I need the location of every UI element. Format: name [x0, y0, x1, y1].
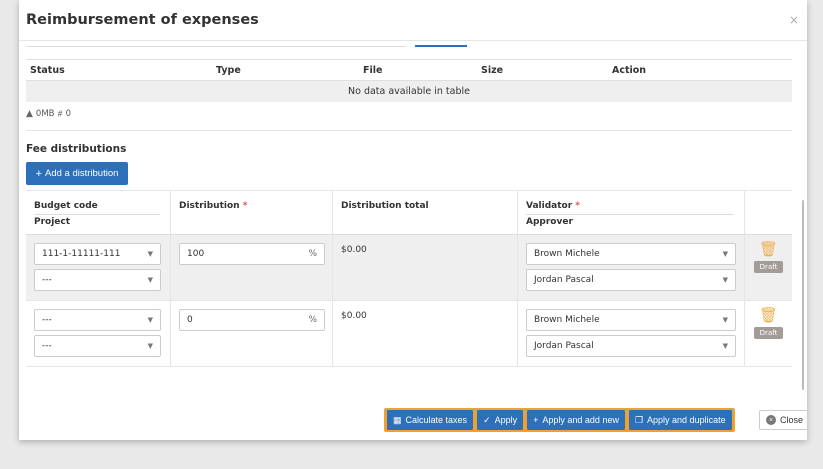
add-distribution-label: Add a distribution	[45, 168, 119, 179]
plus-icon: +	[533, 415, 539, 425]
column-header-status[interactable]: Status	[26, 59, 212, 81]
add-distribution-button[interactable]: + Add a distribution	[26, 162, 128, 185]
validator-select[interactable]: Brown Michele ▼	[526, 309, 736, 331]
apply-button[interactable]: ✓ Apply	[477, 410, 524, 430]
apply-add-new-label: Apply and add new	[542, 415, 619, 425]
approver-select[interactable]: Jordan Pascal ▼	[526, 335, 736, 357]
modal-header: Reimbursement of expenses ×	[19, 0, 807, 41]
percent-suffix: %	[308, 315, 317, 325]
column-header-action[interactable]: Action	[608, 59, 792, 81]
section-title: Fee distributions	[26, 143, 127, 155]
trash-icon[interactable]: 🗑	[759, 241, 778, 257]
distributions-header: Budget code Project Distribution * Distr…	[26, 190, 792, 235]
header-approver: Approver	[526, 217, 573, 227]
calculate-taxes-button[interactable]: ▦ Calculate taxes	[387, 410, 474, 430]
action-button-group: ▦ Calculate taxes ✓ Apply + Apply and ad…	[384, 408, 735, 432]
column-header-size[interactable]: Size	[477, 59, 608, 81]
apply-and-duplicate-button[interactable]: ❐ Apply and duplicate	[628, 410, 732, 430]
header-project: Project	[34, 217, 71, 227]
percent-suffix: %	[308, 249, 317, 259]
file-count: 0	[65, 109, 71, 119]
distribution-total: $0.00	[341, 245, 367, 255]
close-label: Close	[780, 415, 804, 425]
chevron-down-icon: ▼	[147, 316, 153, 324]
distribution-row: 111-1-11111-111 ▼ --- ▼ 100% $0.00 Brown M…	[26, 235, 792, 301]
required-mark: *	[575, 201, 581, 211]
validator-select[interactable]: Brown Michele ▼	[526, 243, 736, 265]
budget-code-select[interactable]: 111-1-11111-111 ▼	[34, 243, 161, 265]
column-header-file[interactable]: File	[359, 59, 477, 81]
status-badge: Draft	[753, 261, 784, 273]
approver-select[interactable]: Jordan Pascal ▼	[526, 269, 736, 291]
divider	[26, 130, 792, 131]
chevron-down-icon: ▼	[722, 316, 728, 324]
header-validator: Validator *	[526, 199, 734, 215]
distribution-total: $0.00	[341, 311, 367, 321]
scrollbar[interactable]	[802, 200, 804, 390]
distribution-input[interactable]: 100%	[179, 243, 325, 265]
modal-title: Reimbursement of expenses	[26, 12, 259, 28]
close-icon[interactable]: ×	[789, 13, 799, 27]
column-header-type[interactable]: Type	[212, 59, 359, 81]
chevron-down-icon: ▼	[722, 250, 728, 258]
chevron-down-icon: ▼	[722, 342, 728, 350]
required-mark: *	[242, 201, 248, 211]
header-budget-code: Budget code	[34, 199, 160, 215]
chevron-down-icon: ▼	[147, 342, 153, 350]
calculator-icon: ▦	[393, 414, 402, 425]
apply-label: Apply	[494, 415, 518, 425]
status-badge: Draft	[753, 327, 784, 339]
check-icon: ✓	[483, 414, 491, 425]
close-circle-icon: ×	[766, 415, 776, 425]
total-size: 0MB	[35, 109, 55, 119]
plus-icon: +	[35, 167, 42, 180]
scrolled-input-remnant	[26, 41, 406, 47]
trash-icon[interactable]: 🗑	[759, 307, 778, 323]
chevron-down-icon: ▼	[147, 276, 153, 284]
file-summary: ▲ 0MB ⧣ 0	[26, 109, 71, 119]
close-button[interactable]: × Close	[759, 410, 807, 430]
project-select[interactable]: --- ▼	[34, 269, 161, 291]
reimbursement-modal: Reimbursement of expenses × Status Type …	[19, 0, 807, 440]
calculate-taxes-label: Calculate taxes	[405, 415, 468, 425]
distributions-table: Budget code Project Distribution * Distr…	[26, 190, 792, 367]
file-count-icon: ⧣	[57, 109, 63, 119]
chevron-down-icon: ▼	[147, 250, 153, 258]
project-select[interactable]: --- ▼	[34, 335, 161, 357]
header-distribution-total: Distribution total	[341, 201, 429, 211]
chevron-down-icon: ▼	[722, 276, 728, 284]
budget-code-select[interactable]: --- ▼	[34, 309, 161, 331]
files-table: Status Type File Size Action No data ava…	[26, 59, 792, 102]
distribution-row: --- ▼ --- ▼ 0% $0.00 Brown Michele ▼ Jordan…	[26, 301, 792, 367]
weight-icon: ▲	[26, 109, 33, 119]
empty-table-message: No data available in table	[26, 80, 792, 102]
apply-and-add-new-button[interactable]: + Apply and add new	[527, 410, 625, 430]
copy-icon: ❐	[634, 414, 644, 425]
header-distribution: Distribution *	[179, 201, 248, 211]
distribution-input[interactable]: 0%	[179, 309, 325, 331]
scrolled-tab-indicator	[415, 45, 467, 47]
apply-duplicate-label: Apply and duplicate	[647, 415, 726, 425]
